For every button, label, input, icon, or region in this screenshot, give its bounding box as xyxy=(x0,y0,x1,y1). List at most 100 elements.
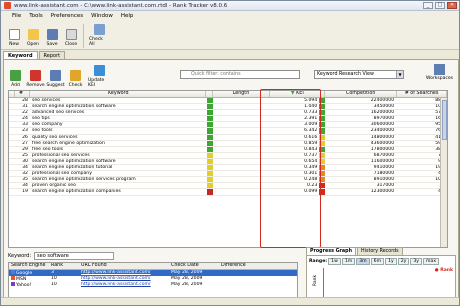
row-keyword: professional seo company xyxy=(31,171,92,177)
range-1w[interactable]: 1w xyxy=(328,258,341,265)
row-status-cell xyxy=(206,128,213,134)
close-doc-icon xyxy=(65,29,77,40)
status-square xyxy=(206,183,213,189)
url-link[interactable]: http://www.link-assistant.com/ xyxy=(81,276,151,281)
rank-row[interactable]: Yahoo! 10 http://www.link-assistant.com/Ma… xyxy=(9,282,297,288)
grid-body: 28seo services5.0942240000088131search e… xyxy=(9,98,447,196)
range-6m[interactable]: 6m xyxy=(370,258,385,265)
kei-value: 6.342 xyxy=(304,128,318,134)
header-num[interactable]: # xyxy=(15,91,30,97)
new-button[interactable]: New xyxy=(7,20,21,49)
remove-button[interactable]: Remove xyxy=(26,62,45,90)
menu-tools[interactable]: Tools xyxy=(29,13,43,19)
header-searches[interactable]: # of Searches xyxy=(397,91,447,97)
new-label: New xyxy=(9,42,19,47)
tab-progress-graph[interactable]: Progress Graph xyxy=(306,247,356,255)
row-keyword: search engine optimization software xyxy=(31,104,116,110)
row-length xyxy=(213,171,271,176)
view-select[interactable]: Keyword Research View ▼ xyxy=(314,70,404,79)
table-row[interactable]: 19 search engine optimization companies 0.… xyxy=(9,189,447,196)
row-status-cell xyxy=(206,158,213,165)
check-all-label: Check All xyxy=(89,37,103,47)
url-link[interactable]: http://www.link-assistant.com/ xyxy=(81,282,151,287)
range-2y[interactable]: 2y xyxy=(397,258,410,265)
suggest-button[interactable]: Suggest xyxy=(46,62,65,90)
range-1y[interactable]: 1y xyxy=(385,258,397,265)
header-search-engine[interactable]: Search Engine xyxy=(9,263,49,269)
rank-table-body: Google 3 http://www.link-assistant.com/May… xyxy=(9,270,297,288)
kei-value: 0.099 xyxy=(304,189,318,195)
header-keyword[interactable]: Keyword xyxy=(30,91,206,97)
status-square xyxy=(206,98,213,104)
rank-details-panel: Keyword: seo software Search Engine Rank… xyxy=(8,251,303,303)
workspaces-label: Workspaces xyxy=(426,76,453,81)
row-competition: 11600000 xyxy=(370,158,395,164)
row-status-cell xyxy=(206,134,213,140)
kei-indicator xyxy=(319,183,326,189)
window-title: www.link-assistant.com - C:\www.link-ass… xyxy=(14,2,228,9)
row-length xyxy=(213,135,271,140)
row-kei: 0.099 xyxy=(270,189,326,195)
close-label: Close xyxy=(64,42,78,47)
check-label: Check xyxy=(68,83,83,88)
msn-icon xyxy=(11,276,15,280)
row-competition: 12300000 xyxy=(370,189,395,195)
tab-history-records[interactable]: History Records xyxy=(357,247,403,255)
row-competition: 14800000 xyxy=(370,134,395,140)
kei-value: 3.009 xyxy=(304,122,318,128)
header-url[interactable]: URL Found xyxy=(79,263,169,269)
check-button[interactable]: Check xyxy=(68,62,83,90)
menu-preferences[interactable]: Preferences xyxy=(51,13,83,19)
kei-indicator xyxy=(319,158,326,165)
add-button[interactable]: Add xyxy=(8,62,23,90)
header-check-date[interactable]: Check Date xyxy=(169,263,219,269)
url-link[interactable]: http://www.link-assistant.com/ xyxy=(81,270,151,275)
close-window-button[interactable]: ✕ xyxy=(447,2,457,9)
workspaces-button[interactable]: Workspaces xyxy=(426,64,453,81)
app-window: www.link-assistant.com - C:\www.link-ass… xyxy=(0,0,460,306)
menu-window[interactable]: Window xyxy=(91,13,113,19)
row-keyword: professional seo services xyxy=(31,152,90,158)
header-competition[interactable]: Competition xyxy=(325,91,398,97)
grid-scrollbar[interactable] xyxy=(440,98,447,247)
keyword-value-field[interactable]: seo software xyxy=(34,251,115,260)
range-1m[interactable]: 1m xyxy=(341,258,356,265)
row-status-cell xyxy=(206,98,213,104)
close-button[interactable]: Close xyxy=(64,20,78,49)
toolbar-divider xyxy=(83,24,84,48)
header-difference[interactable]: Difference xyxy=(219,263,259,269)
row-keyword: search engine optimization software xyxy=(31,158,116,164)
open-button[interactable]: Open xyxy=(26,20,40,49)
quick-filter-input[interactable]: Quick filter: contains xyxy=(180,70,300,79)
check-all-button[interactable]: Check All xyxy=(89,20,109,49)
save-button[interactable]: Save xyxy=(45,20,59,49)
header-sq xyxy=(206,91,213,97)
kei-indicator xyxy=(319,98,326,104)
menu-help[interactable]: Help xyxy=(121,13,134,19)
chevron-down-icon[interactable]: ▼ xyxy=(396,71,403,78)
row-length xyxy=(213,128,271,133)
range-3y[interactable]: 3y xyxy=(410,258,423,265)
header-kei[interactable]: ▼ KEI xyxy=(270,91,326,97)
kei-indicator xyxy=(319,140,326,146)
row-keyword: quality seo services xyxy=(31,134,78,140)
row-status-cell xyxy=(206,146,213,152)
range-3m[interactable]: 3m xyxy=(356,258,370,265)
keyword-grid: # Keyword Length ▼ KEI Competition # of … xyxy=(8,90,448,248)
row-num: 31 xyxy=(22,104,28,110)
minimize-button[interactable]: _ xyxy=(423,2,433,9)
keyword-label: Keyword: xyxy=(8,252,32,259)
row-competition: 9410000 xyxy=(373,165,395,171)
kei-indicator xyxy=(319,122,326,128)
range-max[interactable]: max xyxy=(423,258,440,265)
row-keyword: advanced seo services xyxy=(31,110,85,116)
maximize-button[interactable]: □ xyxy=(435,2,445,9)
kei-value: 0.859 xyxy=(304,140,318,146)
kei-indicator xyxy=(319,189,326,195)
update-kei-button[interactable]: Update KEI xyxy=(88,62,110,90)
header-length[interactable]: Length xyxy=(213,91,271,97)
scroll-thumb[interactable] xyxy=(442,100,447,140)
row-kei: 0.616 xyxy=(270,134,326,140)
menu-file[interactable]: File xyxy=(12,13,21,19)
header-rank[interactable]: Rank xyxy=(49,263,79,269)
